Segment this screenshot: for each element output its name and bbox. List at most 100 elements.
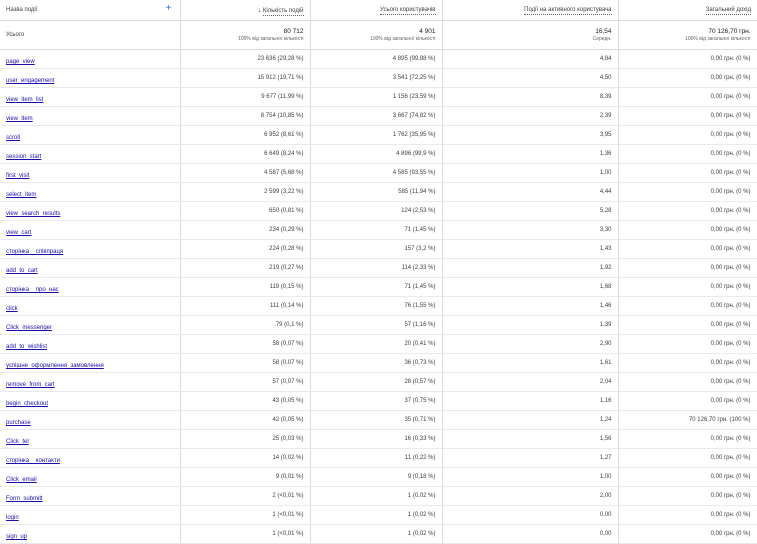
event-name-link[interactable]: click [6, 306, 18, 312]
table-row: user_engagement 15 912 (19,71 %) 3 541 (72… [0, 68, 757, 88]
event-name-link[interactable]: remove_from_cart [6, 382, 55, 388]
col-header-event-name[interactable]: Назва події + [0, 0, 181, 21]
totals-label: Усього [0, 20, 181, 50]
events-per-user-value: 1,27 [599, 455, 612, 461]
event-name-link[interactable]: add_to_wishlist [6, 344, 47, 350]
event-name-link[interactable]: begin_checkout [6, 401, 48, 407]
event-name-link[interactable]: view_search_results [6, 211, 60, 217]
event-name-link[interactable]: Form_submitt [6, 496, 43, 502]
event-count-value-cell: 9 677 (11,99 %) [180, 87, 311, 107]
events-per-user-value: 2,04 [599, 379, 612, 385]
total-users-value-cell: 4 895 (99,88 %) [310, 49, 443, 69]
total-users-value-cell: 1 762 (35,95 %) [310, 125, 443, 145]
event-name-link[interactable]: page_view [6, 59, 35, 65]
table-row: Click_messenger 79 (0,1 %) 57 (1,16 %) 1,39… [0, 315, 757, 335]
table-row: сторінка__про_нас 119 (0,15 %) 71 (1,45 %)… [0, 277, 757, 297]
events-per-user-value: 4,84 [599, 56, 612, 62]
event-name-link[interactable]: first_visit [6, 173, 29, 179]
col-header-events-per-user-label: Події на активного користувача [524, 7, 612, 15]
event-name-link[interactable]: успішне_оформлення_замовлення [6, 363, 104, 369]
sort-descending-icon[interactable]: ↓ [258, 7, 262, 14]
event-count-value: 2 (<0,01 %) [272, 493, 304, 499]
event-name-link[interactable]: Click_email [6, 477, 37, 483]
table-row: Form_submitt 2 (<0,01 %) 1 (0,02 %) 2,00 0,0… [0, 486, 757, 506]
event-name-link[interactable]: user_engagement [6, 78, 54, 84]
event-name-link[interactable]: sign_up [6, 534, 27, 540]
event-name-link-cell: Form_submitt [0, 486, 181, 506]
table-row: session_start 6 649 (8,24 %) 4 896 (99,9 %… [0, 144, 757, 164]
event-count-value-cell: 1 (<0,01 %) [180, 524, 311, 544]
event-name-link[interactable]: сторінка__контакти [6, 458, 60, 464]
events-per-user-value-cell: 4,44 [442, 182, 619, 202]
event-name-link[interactable]: select_item [6, 192, 36, 198]
total-revenue-value-cell: 0,00 грн. (0 %) [618, 391, 757, 411]
add-dimension-icon[interactable]: + [166, 3, 172, 15]
events-per-user-value: 1,24 [599, 417, 612, 423]
events-per-user-value: 3,95 [599, 132, 612, 138]
total-users-value: 37 (0,75 %) [404, 398, 436, 404]
total-revenue-value-cell: 0,00 грн. (0 %) [618, 163, 757, 183]
event-name-link-cell: remove_from_cart [0, 372, 181, 392]
table-row: сторінка__співпраця 224 (0,28 %) 157 (3,2 … [0, 239, 757, 259]
events-per-user-value-cell: 5,28 [442, 201, 619, 221]
total-revenue-value: 0,00 грн. (0 %) [710, 512, 751, 518]
table-row: select_item 2 599 (3,22 %) 585 (11,94 %) 4,… [0, 182, 757, 202]
event-name-link[interactable]: view_item [6, 116, 33, 122]
event-name-link[interactable]: scroll [6, 135, 20, 141]
event-name-link[interactable]: сторінка__про_нас [6, 287, 59, 293]
event-count-value: 15 912 (19,71 %) [257, 75, 304, 81]
events-per-user-value-cell: 0,00 [442, 524, 619, 544]
event-name-link[interactable]: view_item_list [6, 97, 43, 103]
col-header-total-users[interactable]: Усього користувачів [310, 0, 443, 21]
event-name-link[interactable]: login [6, 515, 19, 521]
event-name-link-cell: session_start [0, 144, 181, 164]
total-users-value: 36 (0,73 %) [404, 360, 436, 366]
events-per-user-value: 0,00 [599, 531, 612, 537]
total-revenue-value: 0,00 грн. (0 %) [710, 208, 751, 214]
events-per-user-value-cell: 8,39 [442, 87, 619, 107]
total-revenue-value: 0,00 грн. (0 %) [710, 151, 751, 157]
event-name-link-cell: add_to_wishlist [0, 334, 181, 354]
events-per-user-value: 8,39 [599, 94, 612, 100]
col-header-total-revenue-label: Загальний дохід [705, 7, 751, 15]
table-row: Click_email 9 (0,01 %) 9 (0,18 %) 1,00 0,00 … [0, 467, 757, 487]
events-per-user-value-cell: 1,46 [442, 296, 619, 316]
totals-row: Усього 80 712 100% від загальної кількос… [0, 20, 757, 50]
table-row: click 111 (0,14 %) 76 (1,55 %) 1,46 0,00 грн… [0, 296, 757, 316]
event-name-link[interactable]: сторінка__співпраця [6, 249, 63, 255]
events-per-user-value-cell: 1,00 [442, 163, 619, 183]
total-users-value-cell: 3 667 (74,82 %) [310, 106, 443, 126]
event-count-value: 224 (0,28 %) [269, 246, 304, 252]
total-users-value: 3 541 (72,25 %) [392, 75, 436, 81]
event-count-value: 43 (0,05 %) [272, 398, 304, 404]
events-per-user-value-cell: 3,30 [442, 220, 619, 240]
total-users-value-cell: 4 585 (93,55 %) [310, 163, 443, 183]
total-revenue-value-cell: 0,00 грн. (0 %) [618, 201, 757, 221]
header-row: Назва події + ↓ Кількість подій Усього к… [0, 0, 757, 21]
col-header-total-revenue[interactable]: Загальний дохід [618, 0, 757, 21]
event-name-link[interactable]: Click_messenger [6, 325, 52, 331]
events-per-user-value-cell: 1,16 [442, 391, 619, 411]
event-name-link-cell: Click_email [0, 467, 181, 487]
event-name-link-cell: Click_tel [0, 429, 181, 449]
event-name-link[interactable]: session_start [6, 154, 41, 160]
event-count-value: 1 (<0,01 %) [272, 512, 304, 518]
events-table: Назва події + ↓ Кількість подій Усього к… [0, 0, 757, 544]
col-header-event-count[interactable]: ↓ Кількість подій [180, 0, 311, 21]
events-per-user-value: 1,36 [599, 151, 612, 157]
table-row: begin_checkout 43 (0,05 %) 37 (0,75 %) 1,16… [0, 391, 757, 411]
event-name-link[interactable]: add_to_cart [6, 268, 38, 274]
event-name-link[interactable]: view_cart [6, 230, 31, 236]
event-name-link-cell: успішне_оформлення_замовлення [0, 353, 181, 373]
event-count-value: 79 (0,1 %) [275, 322, 304, 328]
totals-event-count-sub: 100% від загальної кількості [238, 36, 304, 42]
events-per-user-value-cell: 2,90 [442, 334, 619, 354]
col-header-events-per-user[interactable]: Події на активного користувача [442, 0, 619, 21]
total-users-value: 585 (11,94 %) [398, 189, 436, 195]
total-users-value: 76 (1,55 %) [404, 303, 436, 309]
event-name-link[interactable]: purchase [6, 420, 31, 426]
event-name-link[interactable]: Click_tel [6, 439, 29, 445]
total-revenue-value: 0,00 грн. (0 %) [710, 303, 751, 309]
total-users-value: 57 (1,16 %) [404, 322, 436, 328]
event-count-value-cell: 6 649 (8,24 %) [180, 144, 311, 164]
